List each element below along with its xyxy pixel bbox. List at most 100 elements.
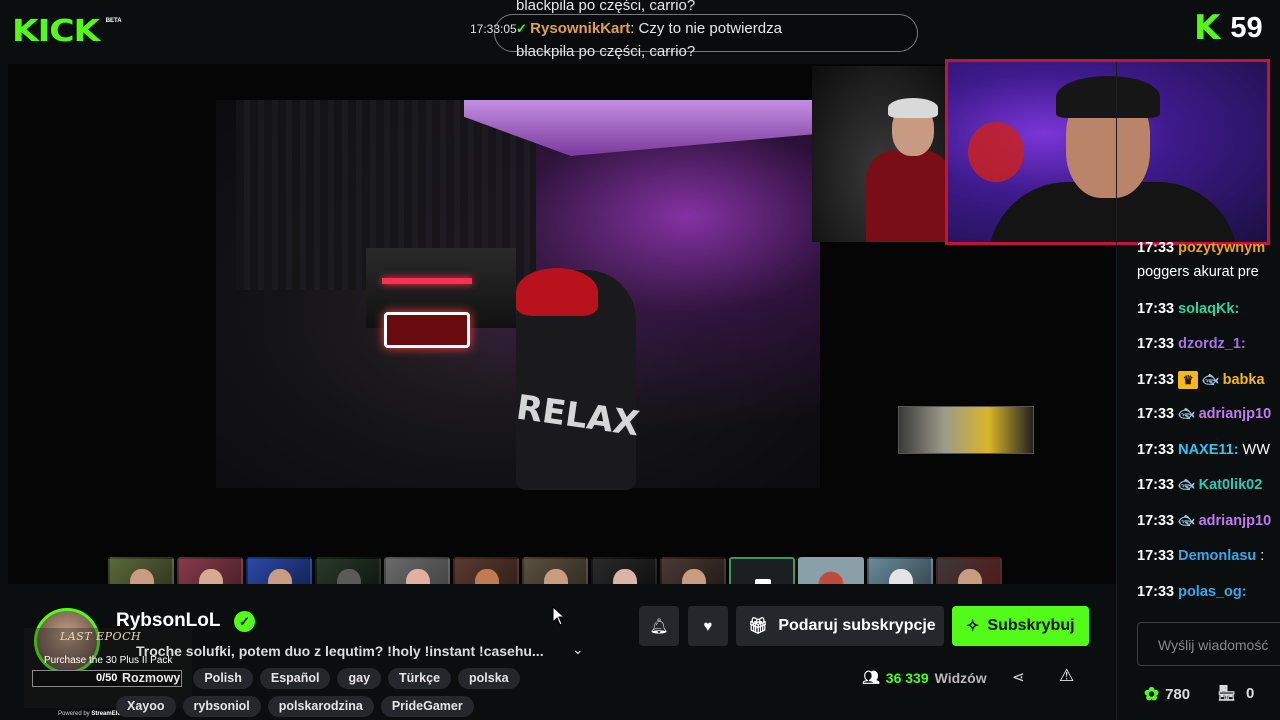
stream-tag[interactable]: gay	[337, 668, 382, 689]
fish-badge-icon: 🐟︎	[1178, 513, 1195, 528]
guest-thumbnail-strip	[108, 557, 1002, 584]
chat-message: 17:33 polas_og:	[1137, 584, 1247, 600]
gift-subs-button[interactable]: 🎁︎ Podaruj subskrypcje	[736, 606, 944, 646]
channel-points[interactable]: ✿ 780	[1144, 684, 1190, 705]
crown-badge-icon: ♛	[1178, 371, 1199, 389]
chat-timestamp: 17:33	[1137, 548, 1175, 564]
guest-thumbnail[interactable]	[798, 557, 864, 584]
facecam-cap	[1056, 76, 1160, 118]
overlay-counter: K 59	[1194, 10, 1263, 46]
stream-room-scene: RELAX	[216, 100, 820, 490]
stream-tag[interactable]: polskarodzina	[267, 696, 374, 717]
stream-tag[interactable]: Rozmowy	[116, 668, 186, 689]
sparkle-icon: ✧	[966, 618, 980, 635]
guest-thumbnail-camera-off[interactable]	[729, 557, 795, 584]
chat-timestamp: 17:33	[1137, 513, 1175, 529]
store-icon: 🏪︎	[1217, 685, 1237, 702]
chat-username[interactable]: Demonlasu	[1178, 548, 1256, 564]
guest-thumbnail[interactable]	[591, 557, 657, 584]
chat-username[interactable]: Kat0lik02	[1199, 477, 1263, 493]
chat-username[interactable]: dzordz_1:	[1178, 336, 1246, 352]
guest-thumbnail[interactable]	[453, 557, 519, 584]
chat-timestamp: 17:33	[1137, 240, 1175, 256]
chat-timestamp: 17:33	[1137, 336, 1175, 352]
chat-timestamp: 17:33	[1137, 406, 1175, 422]
guest-thumbnail[interactable]	[108, 557, 174, 584]
stream-tag[interactable]: PrideGamer	[380, 696, 474, 717]
chat-message: 17:33 ♛ 🐟︎ babka	[1137, 371, 1265, 389]
pc-led	[382, 278, 472, 284]
overlay-chat-time: 17:33:05	[470, 22, 517, 36]
guest-thumbnail[interactable]	[660, 557, 726, 584]
guest-thumbnail[interactable]	[177, 557, 243, 584]
stream-tag[interactable]: Polish	[193, 668, 253, 689]
viewer-count-value: 36 339	[885, 669, 929, 686]
guest-thumbnail[interactable]	[315, 557, 381, 584]
guest-thumbnail[interactable]	[384, 557, 450, 584]
stream-tag[interactable]: Xayoo	[116, 696, 176, 717]
chat-timestamp: 17:33	[1137, 584, 1175, 600]
overlay-chat-user: RysownikKart	[530, 20, 631, 37]
fish-badge-icon: 🐟︎	[1178, 477, 1195, 492]
viewer-count-label: Widzów	[934, 669, 987, 686]
chat-message: 17:33 🐟︎ adrianjp10	[1137, 513, 1271, 529]
stream-banner	[898, 406, 1034, 454]
store-button[interactable]: 🏪︎ 0	[1217, 684, 1255, 703]
overlay-chat-text: : Czy to nie potwierdza	[630, 20, 782, 37]
chat-username[interactable]: polas_og:	[1178, 584, 1246, 600]
guest-thumbnail[interactable]	[246, 557, 312, 584]
verified-icon: ✓	[234, 611, 255, 632]
overlay-chat-message: ✓ RysownikKart: Czy to nie potwierdza	[516, 20, 782, 37]
verified-check-icon: ✓	[516, 21, 527, 36]
heart-icon: ♥	[703, 617, 713, 635]
stream-tag[interactable]: rybsoniol	[182, 696, 261, 717]
mouse-cursor-icon	[552, 606, 566, 626]
chat-username[interactable]: solaqKk:	[1178, 301, 1239, 317]
gift-icon: 🎁︎	[748, 618, 769, 635]
gift-subs-label: Podaruj subskrypcje	[778, 617, 936, 634]
beta-badge: BETA	[105, 18, 122, 24]
notification-bell-button[interactable]: 🔔︎	[639, 606, 679, 646]
chat-divider	[1116, 62, 1117, 720]
guest-body	[866, 150, 952, 242]
chat-timestamp: 17:33	[1137, 477, 1175, 493]
chat-message: 17:33 Demonlasu:	[1137, 548, 1264, 564]
share-icon[interactable]: ⋖	[1012, 668, 1025, 686]
overlay-chat-line-bottom: blackpila po części, carrio?	[516, 43, 696, 60]
chat-text: :	[1260, 548, 1265, 564]
chat-timestamp: 17:33	[1137, 372, 1175, 388]
stream-tags: Rozmowy Polish Español gay Türkçe polska Xayoo…	[116, 668, 556, 717]
subscribe-button[interactable]: ✧ Subskrybuj	[952, 606, 1089, 646]
chat-username[interactable]: babka	[1223, 372, 1265, 388]
red-headset	[968, 122, 1024, 182]
chat-text: WW	[1242, 442, 1270, 458]
report-warning-icon[interactable]: ⚠	[1059, 666, 1074, 686]
stream-tag[interactable]: Español	[259, 668, 331, 689]
chat-username[interactable]: NAXE11:	[1178, 442, 1238, 458]
chat-message: 17:33 dzordz_1:	[1137, 336, 1246, 352]
overlay-chat-line-top: blackpila po części, carrio?	[516, 0, 696, 14]
chat-username[interactable]: adrianjp10	[1199, 513, 1272, 529]
guest-thumbnail[interactable]	[522, 557, 588, 584]
store-count: 0	[1246, 684, 1255, 702]
stream-tag[interactable]: polska	[458, 668, 520, 689]
follow-button[interactable]: ♥	[688, 606, 728, 646]
stream-tag[interactable]: Türkçe	[388, 668, 452, 689]
chat-text: poggers akurat pre	[1137, 264, 1259, 280]
chat-message-input[interactable]: Wyślij wiadomość	[1137, 622, 1280, 666]
sponsor-progress-count: 0/50	[96, 672, 118, 684]
fish-badge-icon: 🐟︎	[1202, 372, 1219, 387]
facecam-overlay	[945, 59, 1270, 245]
channel-name[interactable]: RybsonLoL	[116, 610, 221, 632]
guest-thumbnail[interactable]	[936, 557, 1002, 584]
chat-message: poggers akurat pre	[1137, 264, 1259, 280]
chevron-down-icon[interactable]: ⌄	[572, 641, 584, 658]
logo-text: KICK	[12, 14, 100, 49]
santa-hat	[516, 268, 598, 316]
kick-logo[interactable]: KICK BETA	[12, 16, 122, 48]
guest-thumbnail[interactable]	[867, 557, 933, 584]
chat-username[interactable]: adrianjp10	[1199, 406, 1272, 422]
chat-message: 17:33 🐟︎ Kat0lik02	[1137, 477, 1262, 493]
chat-username[interactable]: pozytywnym	[1178, 240, 1265, 256]
chat-message: 17:33 solaqKk:	[1137, 301, 1239, 317]
